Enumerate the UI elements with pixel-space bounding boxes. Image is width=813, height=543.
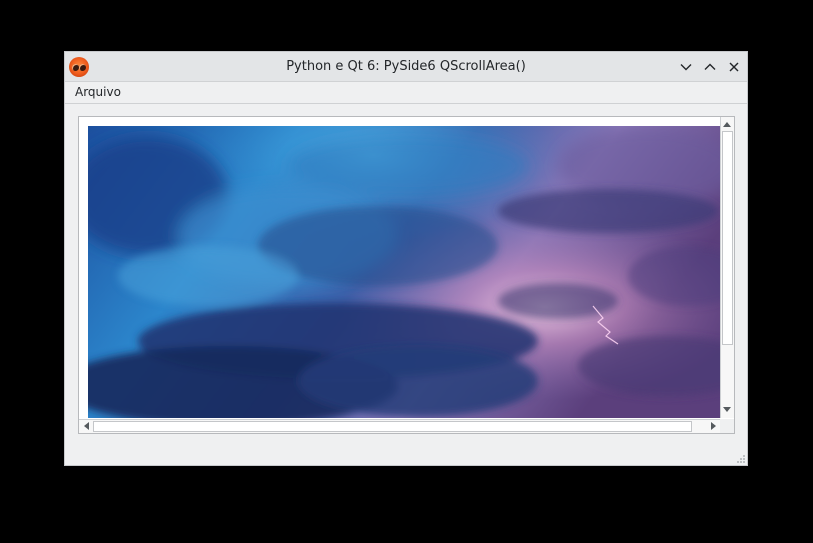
window-title: Python e Qt 6: PySide6 QScrollArea() bbox=[286, 59, 526, 74]
close-icon bbox=[729, 62, 739, 72]
scroll-area[interactable] bbox=[78, 116, 735, 434]
title-bar[interactable]: Python e Qt 6: PySide6 QScrollArea() bbox=[65, 52, 747, 82]
vertical-scrollbar[interactable] bbox=[720, 117, 734, 418]
minimize-button[interactable] bbox=[676, 57, 696, 77]
main-window: Python e Qt 6: PySide6 QScrollArea() Arq… bbox=[64, 51, 748, 466]
close-button[interactable] bbox=[724, 57, 744, 77]
scroll-viewport bbox=[88, 126, 722, 418]
chevron-down-icon bbox=[680, 64, 692, 71]
maximize-button[interactable] bbox=[700, 57, 720, 77]
resize-grip-icon[interactable] bbox=[736, 454, 746, 464]
horizontal-scroll-thumb[interactable] bbox=[93, 421, 692, 432]
menu-bar: Arquivo bbox=[65, 82, 747, 104]
menu-arquivo[interactable]: Arquivo bbox=[75, 85, 121, 99]
vertical-scroll-thumb[interactable] bbox=[722, 131, 733, 345]
horizontal-scrollbar[interactable] bbox=[79, 419, 722, 433]
scrollbar-corner bbox=[720, 419, 734, 433]
scroll-up-arrow-icon[interactable] bbox=[721, 118, 733, 130]
scroll-down-arrow-icon[interactable] bbox=[721, 403, 733, 415]
scroll-right-arrow-icon[interactable] bbox=[707, 420, 719, 432]
chevron-up-icon bbox=[704, 63, 716, 70]
storm-clouds-image bbox=[88, 126, 722, 418]
scroll-left-arrow-icon[interactable] bbox=[80, 420, 92, 432]
